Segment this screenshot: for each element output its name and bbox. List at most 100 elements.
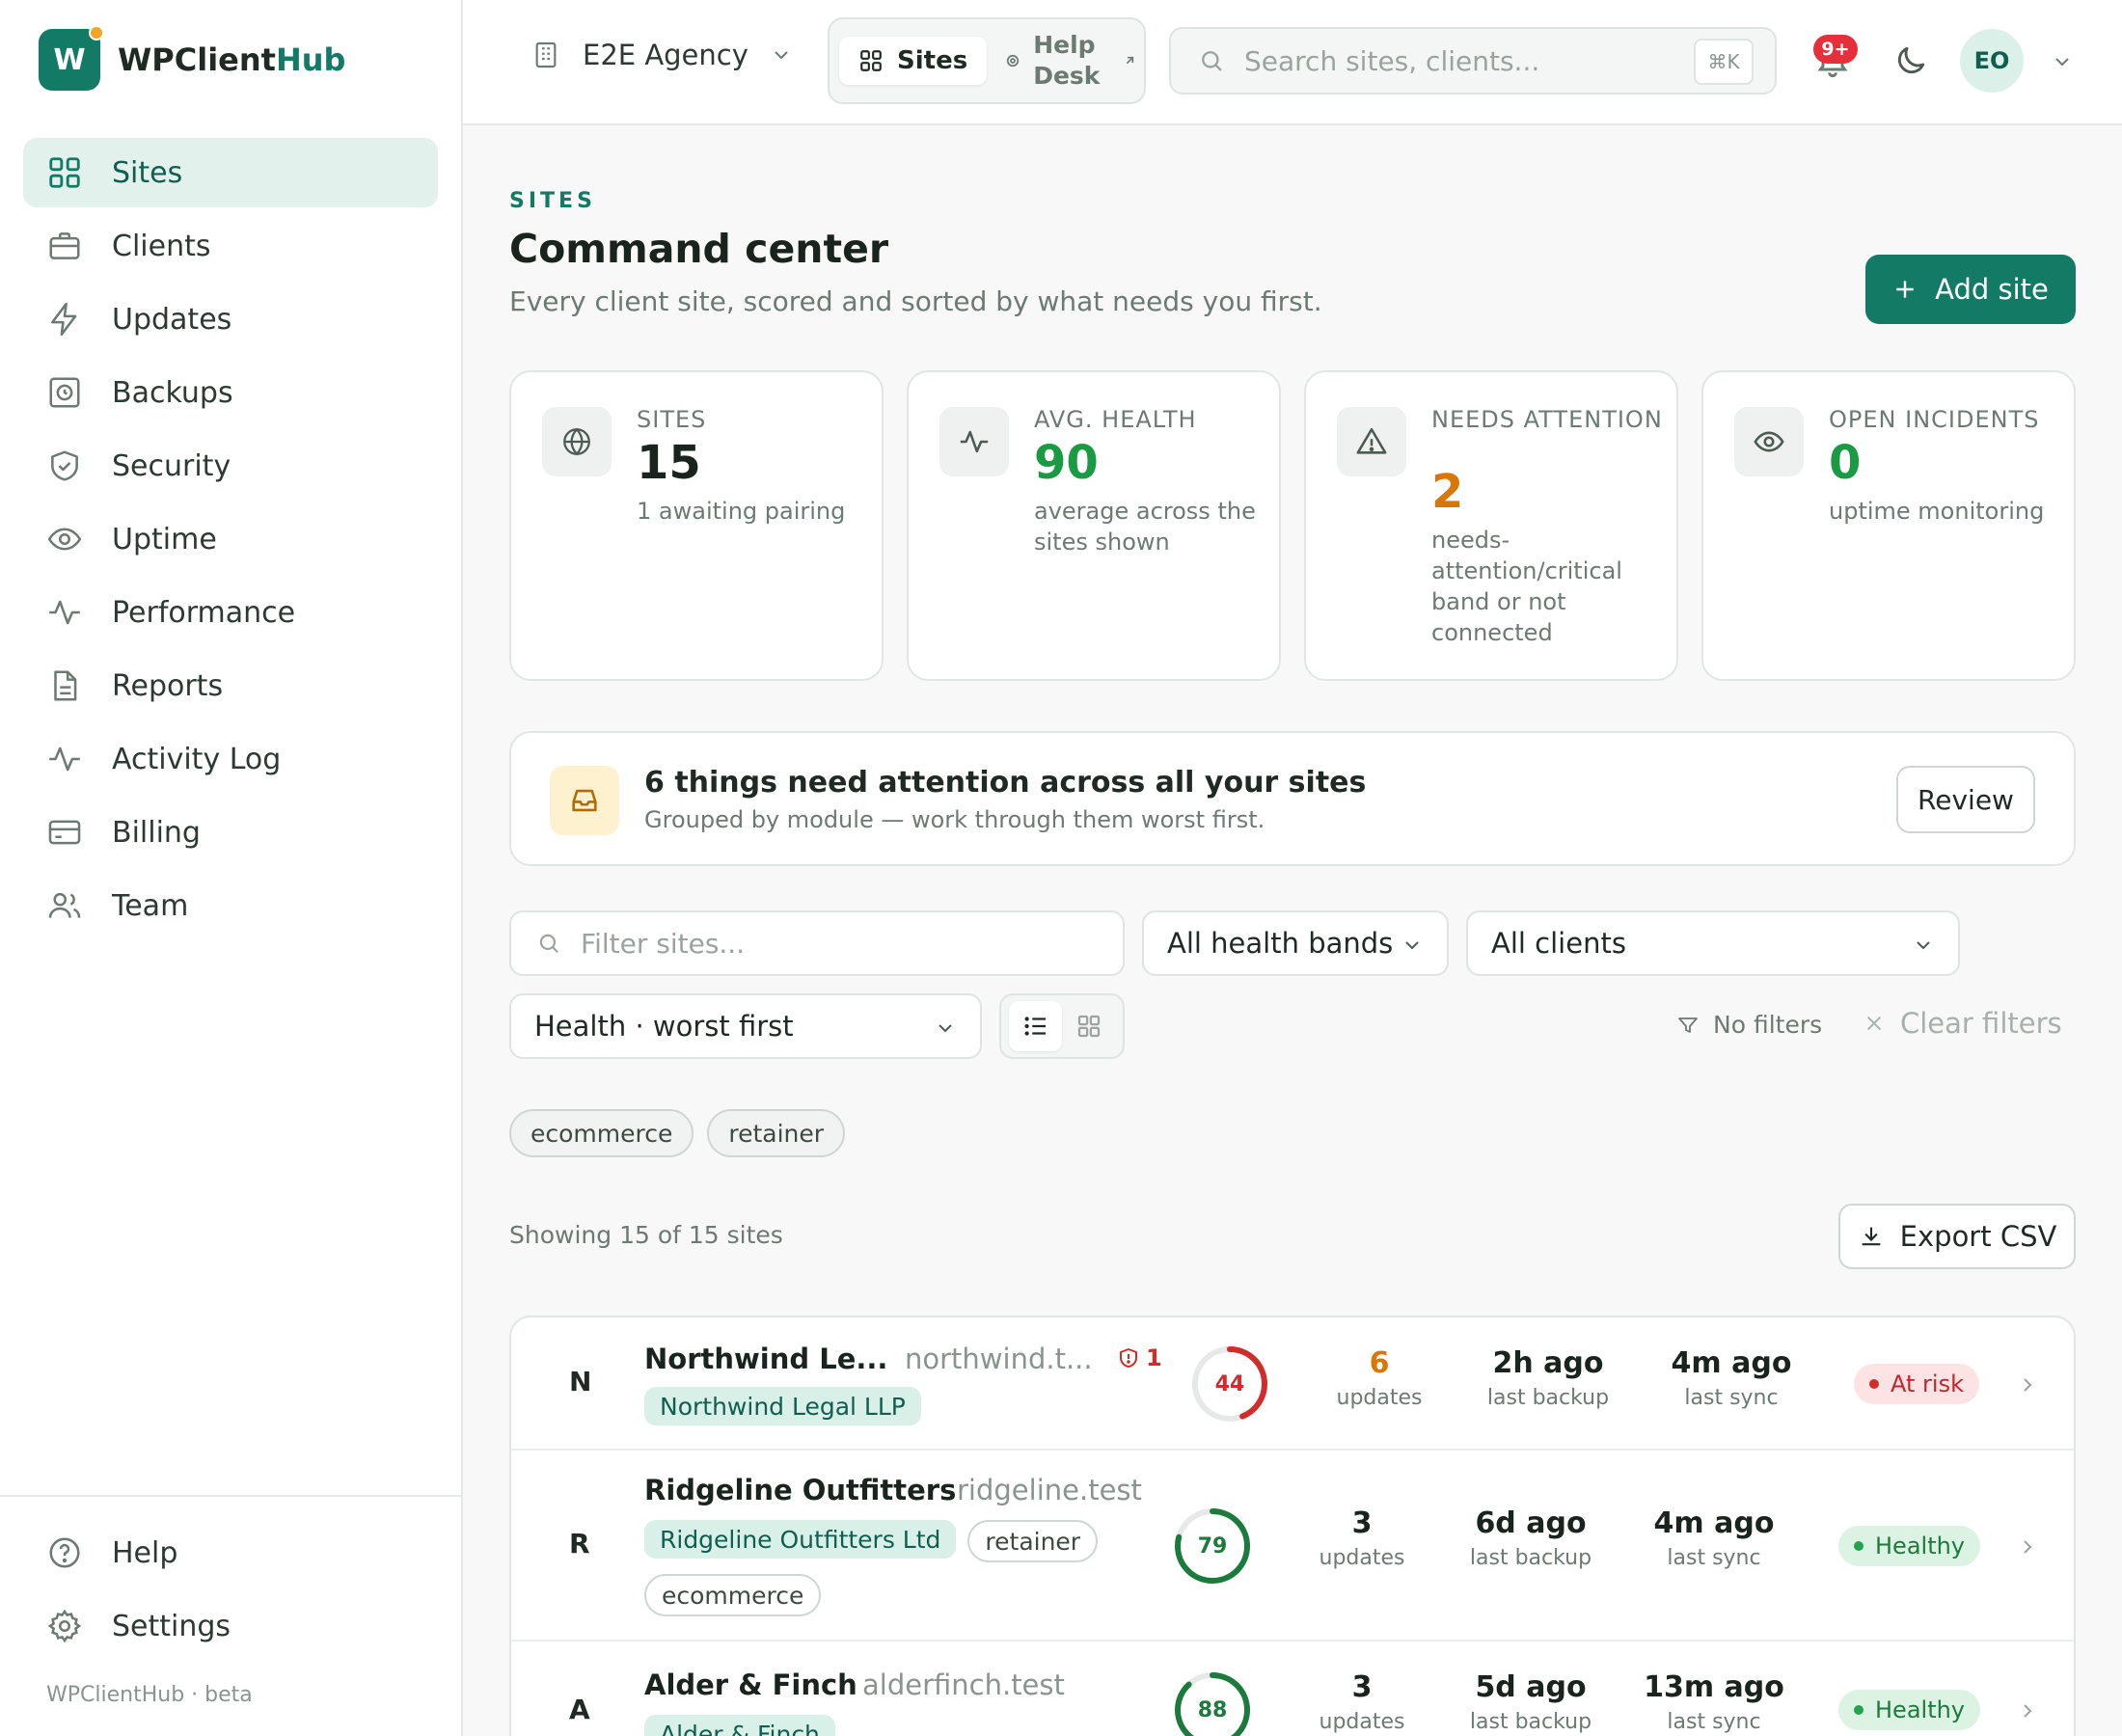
filter-status: No filters — [1676, 1011, 1822, 1039]
site-name[interactable]: Alder & Finch — [644, 1668, 857, 1701]
sidebar-item-billing[interactable]: Billing — [23, 798, 438, 867]
avatar[interactable]: EO — [1960, 29, 2024, 93]
page-eyebrow: SITES — [509, 189, 596, 213]
sidebar-item-label: Uptime — [112, 522, 217, 556]
table-row[interactable]: N Northwind Le... northwind.t... 1 North… — [511, 1317, 2074, 1451]
search-shortcut: ⌘K — [1694, 39, 1754, 85]
moon-icon[interactable] — [1892, 42, 1929, 79]
sidebar-item-help[interactable]: Help — [23, 1518, 438, 1587]
sidebar-item-backups[interactable]: Backups — [23, 358, 438, 427]
backup-metric: 2h ago last backup — [1476, 1346, 1620, 1410]
eye-icon — [1754, 431, 1784, 452]
agency-name: E2E Agency — [583, 39, 748, 71]
site-domain: northwind.t... — [905, 1343, 1093, 1375]
review-button[interactable]: Review — [1896, 766, 2035, 833]
sync-value: 4m ago — [1671, 1346, 1792, 1380]
brand-name-accent: Hub — [275, 41, 346, 78]
sidebar-item-label: Help — [112, 1535, 178, 1570]
sidebar-item-label: Sites — [112, 155, 183, 190]
add-site-label: Add site — [1935, 273, 2049, 306]
app-switch-helpdesk-label: Help Desk — [1033, 31, 1101, 90]
clock-box-icon — [49, 377, 80, 408]
list-view-button[interactable] — [1009, 1001, 1062, 1051]
stat-icon-box — [1337, 407, 1406, 476]
global-search-placeholder: Search sites, clients... — [1244, 44, 1540, 77]
sidebar-item-clients[interactable]: Clients — [23, 211, 438, 281]
table-row[interactable]: R Ridgeline Outfitters ridgeline.test Ri… — [511, 1451, 2074, 1641]
client-pill[interactable]: Alder & Finch — [644, 1715, 835, 1736]
backup-label: last backup — [1469, 1546, 1592, 1570]
attention-title: 6 things need attention across all your … — [644, 766, 1367, 800]
backup-label: last backup — [1486, 1386, 1610, 1410]
sidebar-item-performance[interactable]: Performance — [23, 578, 438, 647]
client-select[interactable]: All clients — [1466, 910, 1960, 976]
funnel-icon — [1678, 1017, 1698, 1033]
chevron-right-icon[interactable] — [2016, 1535, 2039, 1559]
stat-icon-box — [1734, 407, 1804, 476]
site-name[interactable]: Ridgeline Outfitters — [644, 1474, 956, 1506]
attention-subtitle: Grouped by module — work through them wo… — [644, 806, 1265, 833]
grid-icon — [49, 157, 80, 188]
status-label: Healthy — [1875, 1533, 1966, 1560]
filter-sites-input[interactable]: Filter sites... — [509, 910, 1125, 976]
stat-label: OPEN INCIDENTS — [1829, 406, 2040, 433]
site-name[interactable]: Northwind Le... — [644, 1343, 887, 1375]
sidebar-item-security[interactable]: Security — [23, 431, 438, 501]
external-link-icon — [1126, 56, 1134, 65]
tag-filter-retainer[interactable]: retainer — [707, 1109, 846, 1157]
brand-name: WPClientHub — [118, 41, 345, 78]
client-pill[interactable]: Northwind Legal LLP — [644, 1387, 921, 1425]
chevron-down-icon[interactable] — [2051, 50, 2074, 73]
warning-icon — [1356, 427, 1387, 454]
pulse-icon — [960, 430, 989, 453]
health-score: 88 — [1173, 1670, 1252, 1736]
clear-filters-button[interactable]: Clear filters — [1864, 1007, 2062, 1040]
app-switch-sites[interactable]: Sites — [839, 37, 988, 85]
building-icon — [535, 41, 557, 68]
sort-select[interactable]: Health · worst first — [509, 993, 982, 1059]
sidebar-bottom: Help Settings — [0, 1495, 463, 1665]
export-csv-button[interactable]: Export CSV — [1838, 1204, 2076, 1269]
security-alert[interactable]: 1 — [1117, 1344, 1162, 1371]
client-pill[interactable]: Ridgeline Outfitters Ltd — [644, 1520, 957, 1559]
backup-metric: 6d ago last backup — [1458, 1506, 1603, 1570]
gear-icon — [47, 1609, 82, 1643]
health-band-value: All health bands — [1167, 927, 1394, 960]
chevron-right-icon[interactable] — [2016, 1699, 2039, 1722]
card-icon — [48, 820, 81, 845]
shield-check-icon — [51, 450, 78, 481]
site-tag[interactable]: ecommerce — [644, 1574, 822, 1616]
sidebar-item-settings[interactable]: Settings — [23, 1591, 438, 1661]
sidebar-item-updates[interactable]: Updates — [23, 285, 438, 354]
sidebar-item-sites[interactable]: Sites — [23, 138, 438, 207]
site-tag[interactable]: retainer — [967, 1520, 1099, 1562]
page-title: Command center — [509, 226, 889, 272]
logo-dot — [89, 25, 104, 41]
global-search[interactable]: Search sites, clients... ⌘K — [1169, 27, 1777, 95]
tag-filter-ecommerce[interactable]: ecommerce — [509, 1109, 694, 1157]
site-domain: alderfinch.test — [862, 1668, 1065, 1701]
sidebar-item-uptime[interactable]: Uptime — [23, 504, 438, 574]
chevron-right-icon[interactable] — [2016, 1373, 2039, 1397]
client-select-value: All clients — [1491, 927, 1626, 960]
sidebar-item-activity-log[interactable]: Activity Log — [23, 724, 438, 794]
sidebar-item-label: Activity Log — [112, 742, 282, 776]
sidebar-item-label: Updates — [112, 302, 232, 337]
status-dot — [1854, 1541, 1864, 1551]
grid-view-button[interactable] — [1062, 1001, 1115, 1051]
site-initial: R — [569, 1528, 590, 1560]
add-site-button[interactable]: Add site — [1865, 255, 2076, 324]
health-band-select[interactable]: All health bands — [1142, 910, 1449, 976]
app-switch-helpdesk[interactable]: Help Desk — [1006, 30, 1137, 92]
brand[interactable]: W WPClientHub — [39, 25, 345, 91]
agency-switcher[interactable]: E2E Agency — [530, 39, 793, 71]
results-count: Showing 15 of 15 sites — [509, 1221, 783, 1249]
table-row[interactable]: A Alder & Finch alderfinch.test Alder & … — [511, 1641, 2074, 1736]
attention-banner: 6 things need attention across all your … — [509, 731, 2076, 866]
app-switch-sites-label: Sites — [897, 46, 968, 75]
close-icon — [1866, 1016, 1882, 1031]
inbox-icon-box — [550, 766, 619, 835]
sidebar-item-team[interactable]: Team — [23, 871, 438, 940]
sidebar-item-reports[interactable]: Reports — [23, 651, 438, 720]
updates-metric: 3 updates — [1304, 1506, 1420, 1570]
